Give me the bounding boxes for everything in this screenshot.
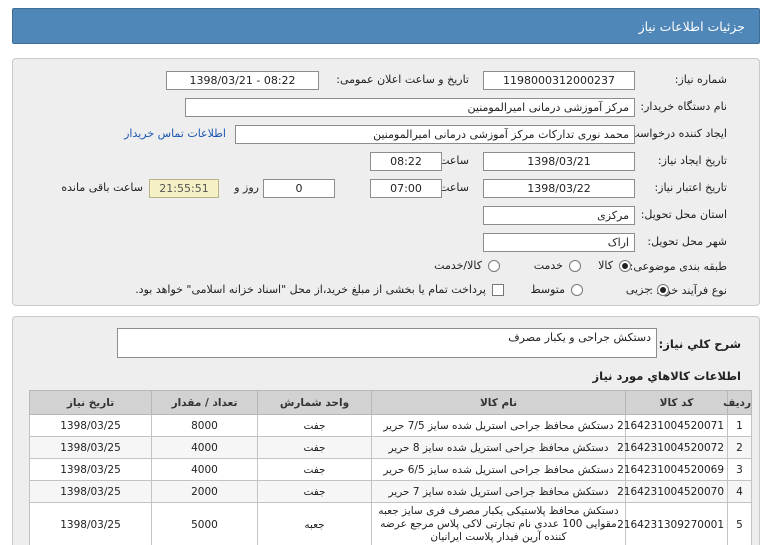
- cell-code: 2164231004520069: [617, 458, 728, 481]
- cell-unit: جفت: [257, 436, 372, 459]
- cell-name: دستکش محافظ جراحی استریل شده سایز 8 حریر: [371, 436, 626, 459]
- category-label: طبقه بندی موضوعی:: [629, 260, 727, 273]
- province-label: استان محل تحویل:: [640, 208, 727, 221]
- announce-label: تاریخ و ساعت اعلان عمومی:: [336, 73, 469, 86]
- validity-time-field: 07:00: [370, 179, 442, 198]
- created-date-field: 1398/03/21: [483, 152, 635, 171]
- goods-table-header: ردیف کد کالا نام کالا واحد شمارش تعداد /…: [29, 390, 752, 415]
- cell-qty: 5000: [151, 502, 258, 545]
- province-field: مرکزی: [483, 206, 635, 225]
- goods-panel: شرح کلي نياز: دستکش جراحی و یکبار مصرف ا…: [12, 316, 760, 545]
- announce-field: 1398/03/21 - 08:22: [166, 71, 319, 90]
- table-row: 5 2164231309270001 دستکش محافظ پلاستیکی …: [29, 502, 752, 545]
- col-row: ردیف: [723, 390, 752, 415]
- requester-field: محمد نوری تدارکات مرکز آموزشی درمانی امی…: [235, 125, 635, 144]
- days-label: روز و: [234, 181, 259, 194]
- cell-code: 2164231309270001: [617, 502, 728, 545]
- need-details-panel: شماره نیاز: 1198000312000237 تاریخ و ساع…: [12, 58, 760, 306]
- created-time-field: 08:22: [370, 152, 442, 171]
- col-code: کد کالا: [625, 390, 728, 415]
- created-time-label: ساعت: [439, 154, 469, 167]
- city-field: اراک: [483, 233, 635, 252]
- goods-table: ردیف کد کالا نام کالا واحد شمارش تعداد /…: [29, 390, 752, 545]
- city-label: شهر محل تحویل:: [647, 235, 727, 248]
- goods-section-title: اطلاعات کالاهاي مورد نياز: [592, 369, 741, 383]
- table-row: 2 2164231004520072 دستکش محافظ جراحی است…: [29, 436, 752, 459]
- col-name: نام کالا: [371, 390, 626, 415]
- remaining-time-label: ساعت باقی مانده: [61, 181, 143, 194]
- cell-code: 2164231004520070: [617, 480, 728, 503]
- summary-label: شرح کلي نياز:: [658, 337, 741, 351]
- cell-qty: 8000: [151, 414, 258, 437]
- cell-code: 2164231004520072: [617, 436, 728, 459]
- category-radio-service[interactable]: [569, 260, 581, 272]
- buyer-contact-link[interactable]: اطلاعات تماس خریدار: [124, 127, 226, 140]
- buyer-field: مرکز آموزشی درمانی امیرالمومنین: [185, 98, 635, 117]
- cell-date: 1398/03/25: [29, 414, 152, 437]
- table-row: 4 2164231004520070 دستکش محافظ جراحی است…: [29, 480, 752, 503]
- cell-name: دستکش محافظ جراحی استریل شده سایز 7 حریر: [371, 480, 626, 503]
- treasury-payment-text: پرداخت تمام یا بخشی از مبلغ خرید،از محل …: [135, 283, 486, 296]
- cell-row: 4: [727, 480, 752, 503]
- category-radio-goods[interactable]: [619, 260, 631, 272]
- col-qty: تعداد / مقدار: [151, 390, 258, 415]
- remaining-time-field: 21:55:51: [149, 179, 219, 198]
- cell-unit: جفت: [257, 414, 372, 437]
- cell-qty: 2000: [151, 480, 258, 503]
- process-option-minor: جزیی: [625, 283, 651, 296]
- cell-unit: جفت: [257, 480, 372, 503]
- category-option-goods-service: کالا/خدمت: [434, 259, 482, 272]
- cell-qty: 4000: [151, 436, 258, 459]
- cell-row: 5: [727, 502, 752, 545]
- cell-date: 1398/03/25: [29, 436, 152, 459]
- cell-name: دستکش محافظ پلاستیکی یکبار مصرف فری سایز…: [371, 502, 626, 545]
- remaining-days-field: 0: [263, 179, 335, 198]
- category-option-goods: کالا: [598, 259, 613, 272]
- cell-date: 1398/03/25: [29, 502, 152, 545]
- process-radio-minor[interactable]: [657, 284, 669, 296]
- table-row: 3 2164231004520069 دستکش محافظ جراحی است…: [29, 458, 752, 481]
- need-number-label: شماره نیاز:: [674, 73, 727, 86]
- cell-date: 1398/03/25: [29, 458, 152, 481]
- cell-row: 2: [727, 436, 752, 459]
- cell-row: 1: [727, 414, 752, 437]
- validity-date-field: 1398/03/22: [483, 179, 635, 198]
- process-radio-medium[interactable]: [571, 284, 583, 296]
- need-number-field: 1198000312000237: [483, 71, 635, 90]
- created-date-label: تاریخ ایجاد نیاز:: [657, 154, 727, 167]
- buyer-label: نام دستگاه خریدار:: [640, 100, 727, 113]
- cell-unit: جفت: [257, 458, 372, 481]
- category-radio-goods-service[interactable]: [488, 260, 500, 272]
- cell-name: دستکش محافظ جراحی استریل شده سایز 6/5 حر…: [371, 458, 626, 481]
- col-unit: واحد شمارش: [257, 390, 372, 415]
- cell-unit: جعبه: [257, 502, 372, 545]
- cell-qty: 4000: [151, 458, 258, 481]
- cell-date: 1398/03/25: [29, 480, 152, 503]
- validity-date-label: تاریخ اعتبار نیاز:: [654, 181, 727, 194]
- category-option-service: خدمت: [533, 259, 563, 272]
- page-title-bar: جزئیات اطلاعات نیاز: [12, 8, 760, 44]
- page-title: جزئیات اطلاعات نیاز: [638, 18, 745, 34]
- col-date: تاریخ نیاز: [29, 390, 152, 415]
- cell-code: 2164231004520071: [617, 414, 728, 437]
- summary-field: دستکش جراحی و یکبار مصرف: [117, 328, 657, 358]
- table-row: 1 2164231004520071 دستکش محافظ جراحی است…: [29, 414, 752, 437]
- cell-name: دستکش محافظ جراحی استریل شده سایز 7/5 حر…: [371, 414, 626, 437]
- treasury-payment-checkbox[interactable]: [492, 284, 504, 296]
- requester-label: ایجاد کننده درخواست:: [625, 127, 727, 140]
- validity-time-label: ساعت: [439, 181, 469, 194]
- cell-row: 3: [727, 458, 752, 481]
- process-option-medium: متوسط: [530, 283, 565, 296]
